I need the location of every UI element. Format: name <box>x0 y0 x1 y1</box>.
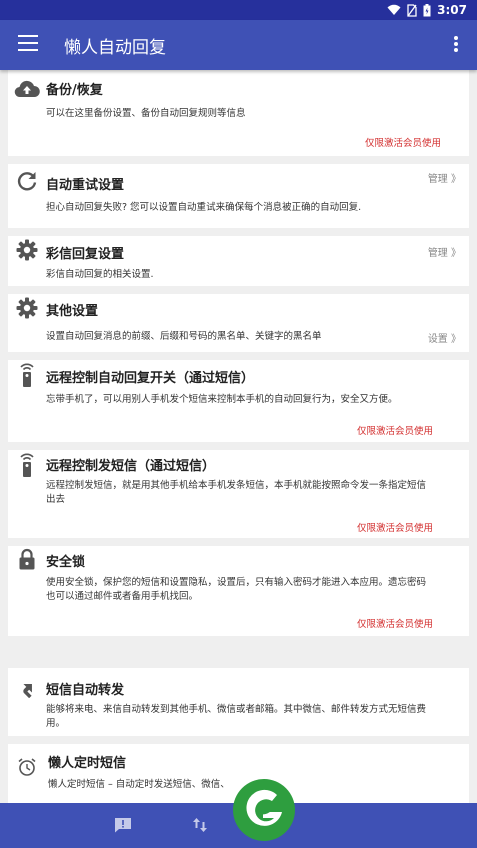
more-options-icon[interactable] <box>453 36 459 54</box>
vip-only-label: 仅限激活会员使用 <box>356 426 433 437</box>
manage-link[interactable]: 管理 》 <box>428 244 461 259</box>
card-title: 远程控制自动回复开关（通过短信） <box>46 371 255 386</box>
feedback-icon[interactable] <box>114 817 132 833</box>
wifi-icon <box>387 4 401 15</box>
remote-icon <box>14 452 40 478</box>
no-sim-icon <box>407 3 417 17</box>
clock: 3:07 <box>437 3 467 17</box>
settings-list: 备份/恢复 可以在这里备份设置、备份自动回复规则等信息 仅限激活会员使用 自动重… <box>0 70 477 803</box>
refresh-icon <box>14 168 40 194</box>
card-sms-forward[interactable]: 短信自动转发 能够将来电、来信自动转发到其他手机、微信或者邮箱。其中微信、邮件转… <box>8 668 469 736</box>
card-security-lock[interactable]: 安全锁 使用安全锁，保护您的短信和设置隐私，设置后，只有输入密码才能进入本应用。… <box>8 546 469 636</box>
alarm-icon <box>14 754 40 780</box>
app-bar: 懒人自动回复 <box>0 20 477 70</box>
card-desc: 设置自动回复消息的前缀、后缀和号码的黑名单、关键字的黑名单 <box>46 331 322 342</box>
menu-icon[interactable] <box>18 35 38 53</box>
remote-icon <box>14 362 40 388</box>
card-desc: 可以在这里备份设置、备份自动回复规则等信息 <box>46 108 246 119</box>
manage-link[interactable]: 管理 》 <box>428 170 461 185</box>
vip-only-label: 仅限激活会员使用 <box>356 523 433 534</box>
card-desc: 担心自动回复失败? 您可以设置自动重试来确保每个消息被正确的自动回复. <box>46 202 362 213</box>
card-title: 远程控制发短信（通过短信） <box>46 459 216 474</box>
forward-icon <box>14 676 40 702</box>
settings-link[interactable]: 设置 》 <box>428 330 461 345</box>
card-desc: 能够将来电、来信自动转发到其他手机、微信或者邮箱。其中微信、邮件转发方式无短信费… <box>46 704 427 729</box>
card-desc: 彩信自动回复的相关设置. <box>46 269 154 280</box>
card-title: 备份/恢复 <box>46 83 103 98</box>
vip-only-label: 仅限激活会员使用 <box>364 138 441 149</box>
app-title: 懒人自动回复 <box>64 38 166 58</box>
card-title: 自动重试设置 <box>46 178 125 193</box>
gear-icon <box>14 237 40 263</box>
battery-icon <box>423 3 431 16</box>
transfer-icon[interactable] <box>192 816 208 834</box>
card-remote-sms[interactable]: 远程控制发短信（通过短信） 远程控制发短信，就是用其他手机给本手机发条短信，本手… <box>8 450 469 538</box>
card-auto-retry[interactable]: 自动重试设置 管理 》 担心自动回复失败? 您可以设置自动重试来确保每个消息被正… <box>8 164 469 228</box>
card-title: 短信自动转发 <box>46 683 125 698</box>
card-backup[interactable]: 备份/恢复 可以在这里备份设置、备份自动回复规则等信息 仅限激活会员使用 <box>8 70 469 156</box>
card-other-settings[interactable]: 其他设置 设置自动回复消息的前缀、后缀和号码的黑名单、关键字的黑名单 设置 》 <box>8 294 469 352</box>
app-logo-icon <box>232 778 296 842</box>
card-desc: 忘带手机了，可以用别人手机发个短信来控制本手机的自动回复行为，安全又方便。 <box>46 394 398 405</box>
card-title: 彩信回复设置 <box>46 247 125 262</box>
status-bar: 3:07 <box>0 0 477 20</box>
card-title: 其他设置 <box>46 304 99 319</box>
cloud-upload-icon <box>14 76 40 102</box>
lock-icon <box>14 546 40 572</box>
card-desc: 远程控制发短信，就是用其他手机给本手机发条短信，本手机就能按照命令发一条指定短信… <box>46 480 427 505</box>
gear-icon <box>14 295 40 321</box>
card-desc: 使用安全锁，保护您的短信和设置隐私，设置后，只有输入密码才能进入本应用。遗忘密码… <box>46 577 427 602</box>
vip-only-label: 仅限激活会员使用 <box>356 619 433 630</box>
card-title: 安全锁 <box>46 555 86 570</box>
card-title: 懒人定时短信 <box>48 756 127 771</box>
card-mms-reply[interactable]: 彩信回复设置 管理 》 彩信自动回复的相关设置. <box>8 236 469 286</box>
card-remote-switch[interactable]: 远程控制自动回复开关（通过短信） 忘带手机了，可以用别人手机发个短信来控制本手机… <box>8 360 469 442</box>
